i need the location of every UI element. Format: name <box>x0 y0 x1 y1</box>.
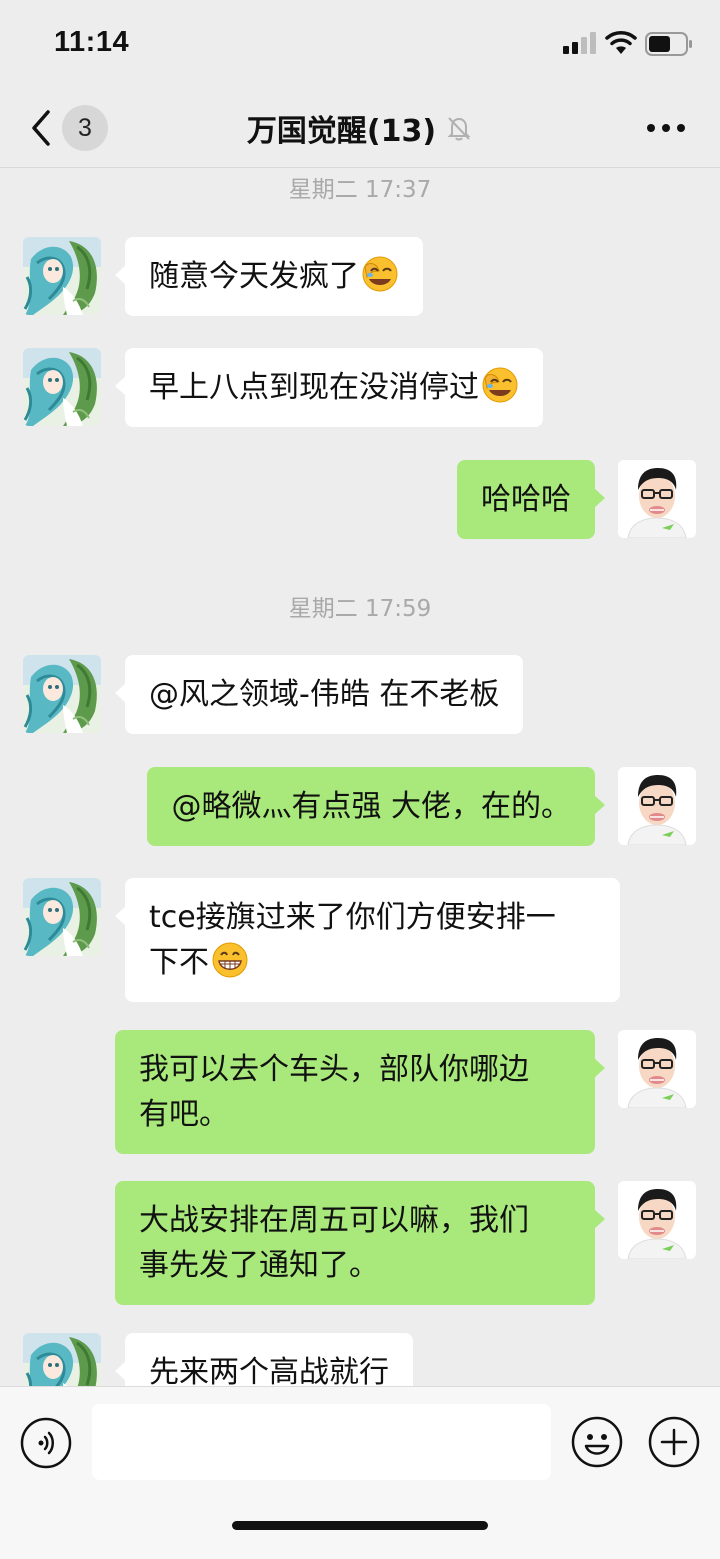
message-text: @风之领域-伟皓 在不老板 <box>149 677 500 712</box>
timestamp: 星期二 17:37 <box>288 177 432 203</box>
more-options-icon[interactable] <box>646 122 686 134</box>
message-bubble-outgoing[interactable]: 哈哈哈 <box>457 460 605 539</box>
message-text-line: 有吧。 <box>139 1097 229 1132</box>
message-bubble-incoming[interactable]: tce接旗过来了你们方便安排一 下不 <box>115 878 620 1002</box>
wifi-icon <box>605 31 637 54</box>
message-text: 随意今天发疯了 <box>149 259 359 294</box>
chat-header: 3 万国觉醒(13) <box>0 88 720 168</box>
message-text-line: tce接旗过来了你们方便安排一 <box>149 900 556 935</box>
mute-bell-icon <box>447 117 471 141</box>
message-bubble-outgoing[interactable]: 我可以去个车头，部队你哪边 有吧。 <box>115 1030 605 1154</box>
message-input[interactable] <box>92 1404 551 1480</box>
message-bubble-incoming[interactable]: 随意今天发疯了 <box>115 237 423 316</box>
message-bubble-outgoing[interactable]: @略微灬有点强 大佬，在的。 <box>147 767 605 846</box>
timestamp: 星期二 17:59 <box>288 596 432 622</box>
sender-avatar[interactable] <box>23 655 101 733</box>
message-text-line: 事先发了通知了。 <box>139 1248 379 1283</box>
message-bubble-outgoing[interactable]: 大战安排在周五可以嘛，我们 事先发了通知了。 <box>115 1181 605 1305</box>
add-attachment-icon[interactable] <box>648 1416 700 1468</box>
sender-avatar[interactable] <box>23 878 101 956</box>
my-avatar[interactable] <box>618 460 696 538</box>
status-time: 11:14 <box>54 26 130 58</box>
my-avatar[interactable] <box>618 767 696 845</box>
voice-input-icon[interactable] <box>20 1417 72 1469</box>
status-bar: 11:14 <box>0 0 720 88</box>
message-text: 早上八点到现在没消停过 <box>149 370 479 405</box>
message-bubble-incoming[interactable]: 早上八点到现在没消停过 <box>115 348 543 427</box>
sender-avatar[interactable] <box>23 348 101 426</box>
message-text: 先来两个高战就行 <box>149 1355 389 1390</box>
my-avatar[interactable] <box>618 1181 696 1259</box>
message-text-line: 大战安排在周五可以嘛，我们 <box>139 1203 529 1238</box>
message-text-line: 下不 <box>149 945 209 980</box>
message-bubble-incoming[interactable]: @风之领域-伟皓 在不老板 <box>114 655 524 734</box>
facepalm-laugh-emoji-icon <box>361 255 399 293</box>
emoji-picker-icon[interactable] <box>571 1416 623 1468</box>
chat-title-wrap: 万国觉醒(13) <box>0 106 720 150</box>
sender-avatar[interactable] <box>23 237 101 315</box>
message-text: @略微灬有点强 大佬，在的。 <box>171 789 571 824</box>
battery-icon <box>645 32 692 56</box>
input-bar <box>0 1386 720 1559</box>
chat-title: 万国觉醒(13) <box>246 114 437 149</box>
home-indicator <box>232 1521 488 1530</box>
message-text: 哈哈哈 <box>481 482 571 517</box>
message-text-line: 我可以去个车头，部队你哪边 <box>139 1052 529 1087</box>
cellular-signal-icon <box>563 32 599 54</box>
facepalm-laugh-emoji-icon <box>481 366 519 404</box>
grin-emoji-icon <box>211 941 249 979</box>
my-avatar[interactable] <box>618 1030 696 1108</box>
